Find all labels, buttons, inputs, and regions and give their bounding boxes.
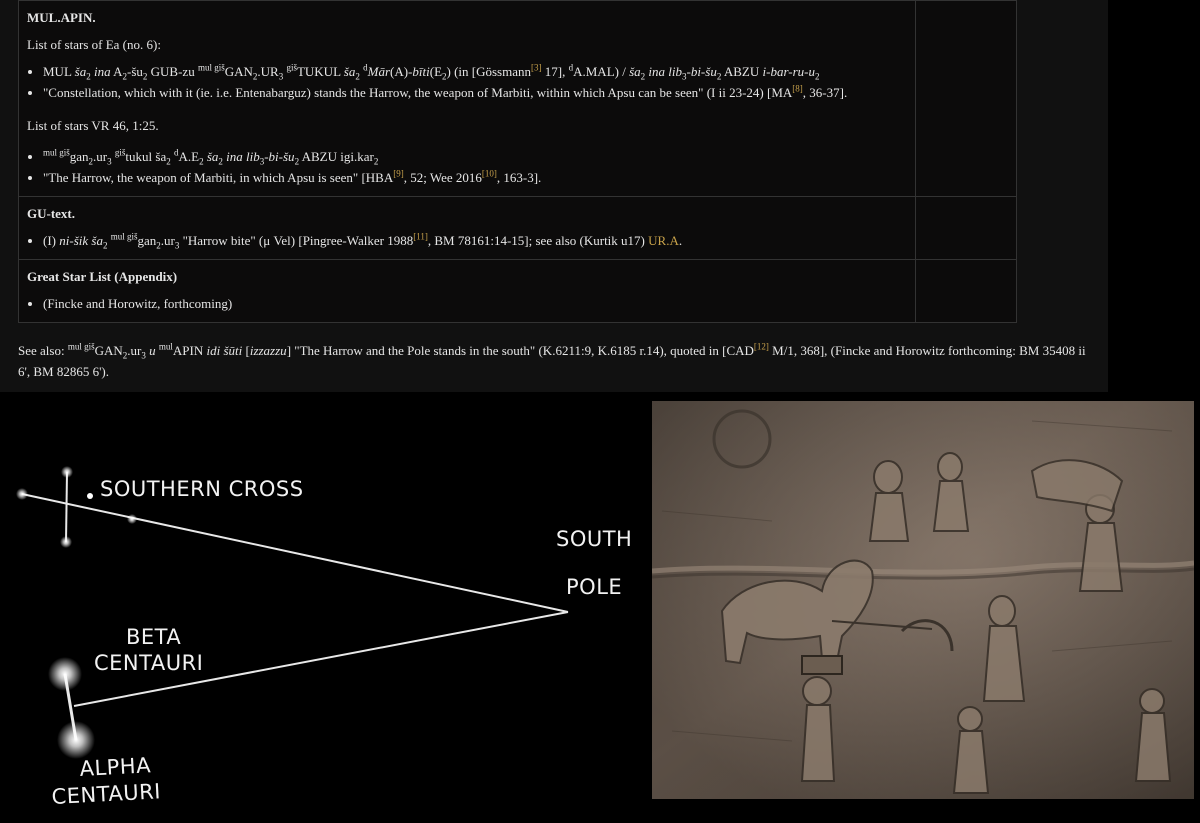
list-item: (I) ni-šik ša2 mul gišgan2.ur3 "Harrow b…	[43, 230, 907, 251]
star-diagram-svg: SOUTHERN CROSS SOUTH POLE BETA CENTAURI …	[16, 466, 632, 809]
gutext-heading: GU-text.	[27, 206, 76, 221]
cross-star-bottom	[60, 536, 72, 548]
south-label: SOUTH	[556, 527, 632, 551]
cross-vertical-line	[65, 471, 68, 543]
cross-star-left	[16, 488, 28, 500]
cross-star-top	[61, 466, 73, 478]
mulapin-cell: MUL.APIN. List of stars of Ea (no. 6): M…	[19, 1, 915, 196]
beta-label: BETA	[126, 625, 181, 649]
gutext-list: (I) ni-šik ša2 mul gišgan2.ur3 "Harrow b…	[27, 230, 907, 251]
star-table: MUL.APIN. List of stars of Ea (no. 6): M…	[18, 0, 1017, 323]
greatstar-heading: Great Star List (Appendix)	[27, 269, 178, 284]
list-item: (Fincke and Horowitz, forthcoming)	[43, 293, 907, 314]
table-row: Great Star List (Appendix) (Fincke and H…	[18, 259, 1017, 323]
ura-link[interactable]: UR.A	[648, 233, 679, 248]
citation-link[interactable]: [10]	[482, 169, 497, 179]
star-diagram: SOUTHERN CROSS SOUTH POLE BETA CENTAURI …	[0, 392, 652, 823]
list-item: "The Harrow, the weapon of Marbiti, in w…	[43, 167, 907, 188]
beta-centauri-star	[48, 657, 82, 691]
citation-link[interactable]: [3]	[531, 63, 542, 73]
greatstar-list: (Fincke and Horowitz, forthcoming)	[27, 293, 907, 314]
list-item: mul gišgan2.ur3 gištukul ša2 dA.E2 ša2 i…	[43, 146, 907, 167]
vr46-intro: List of stars VR 46, 1:25.	[27, 118, 159, 133]
cross-star-small	[87, 493, 93, 499]
cross-star-right	[127, 514, 137, 524]
reference-panel: MUL.APIN. List of stars of Ea (no. 6): M…	[0, 0, 1108, 392]
table-row: MUL.APIN. List of stars of Ea (no. 6): M…	[18, 0, 1017, 197]
pole-label: POLE	[566, 575, 622, 599]
mulapin-heading: MUL.APIN.	[27, 10, 96, 25]
citation-link[interactable]: [11]	[413, 232, 428, 242]
list-item: MUL ša2 ina A2-šu2 GUB-zu mul gišGAN2.UR…	[43, 61, 907, 82]
gutext-cell: GU-text. (I) ni-šik ša2 mul gišgan2.ur3 …	[19, 197, 915, 259]
alpha-centauri-star	[57, 721, 95, 759]
beta-centauri-label: CENTAURI	[94, 651, 203, 675]
alpha-centauri-label: CENTAURI	[51, 779, 161, 809]
alpha-label: ALPHA	[79, 753, 152, 781]
relief-image	[651, 401, 1195, 799]
citation-link[interactable]: [12]	[754, 342, 769, 352]
citation-link[interactable]: [8]	[792, 84, 803, 94]
citation-link[interactable]: [9]	[393, 169, 404, 179]
relief-image-svg	[651, 401, 1195, 799]
greatstar-cell: Great Star List (Appendix) (Fincke and H…	[19, 260, 915, 322]
vr46-list: mul gišgan2.ur3 gištukul ša2 dA.E2 ša2 i…	[27, 146, 907, 188]
table-row: GU-text. (I) ni-šik ša2 mul gišgan2.ur3 …	[18, 196, 1017, 260]
pointer-line-upper	[21, 493, 569, 613]
southern-cross-label: SOUTHERN CROSS	[100, 477, 304, 501]
list-item: "Constellation, which with it (ie. i.e. …	[43, 82, 907, 103]
mulapin-intro: List of stars of Ea (no. 6):	[27, 37, 161, 52]
mulapin-list: MUL ša2 ina A2-šu2 GUB-zu mul gišGAN2.UR…	[27, 61, 907, 103]
see-also-paragraph: See also: mul gišGAN2.ur3 u mulAPIN idi …	[18, 341, 1086, 379]
